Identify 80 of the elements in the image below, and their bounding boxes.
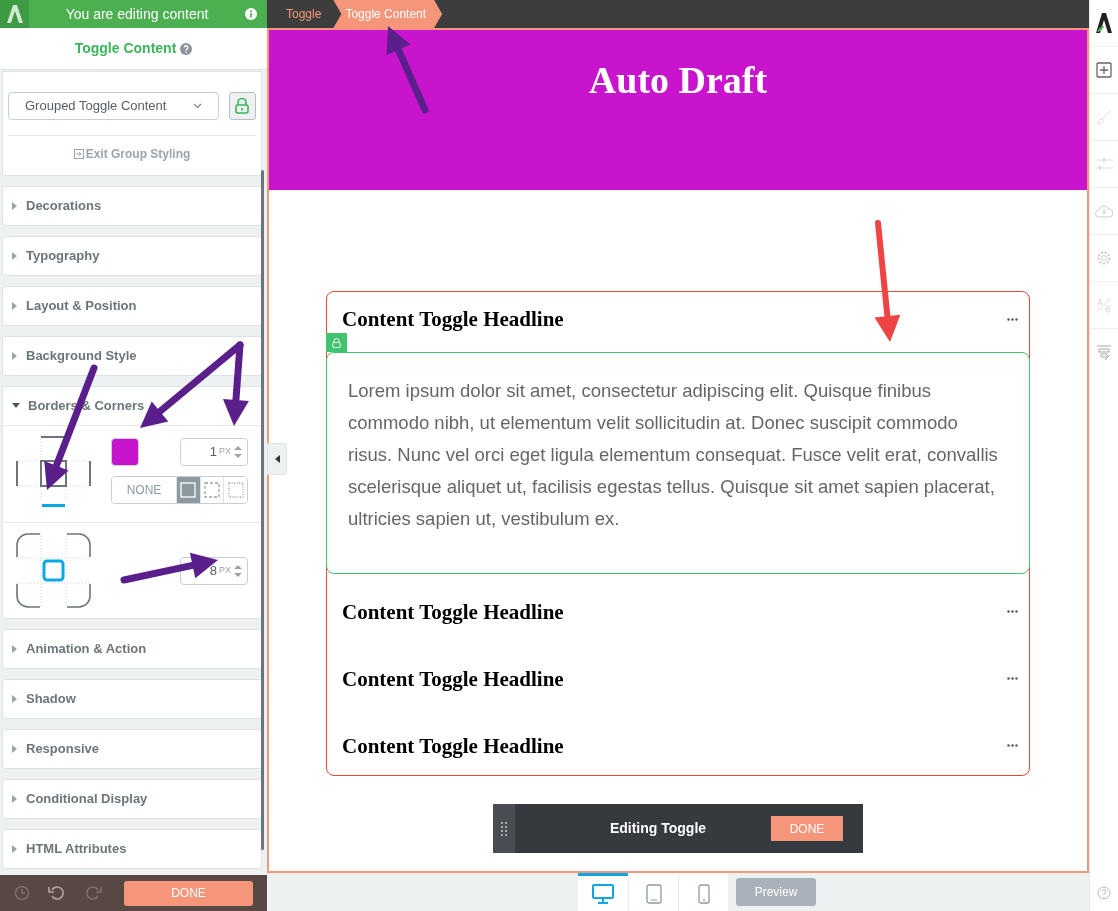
toggle-headline[interactable]: Content Toggle Headline	[342, 600, 564, 623]
more-icon[interactable]	[1007, 677, 1018, 680]
exit-group-styling-link[interactable]: Exit Group Styling	[8, 135, 256, 163]
sliders-icon[interactable]	[1095, 157, 1113, 171]
collapse-handle[interactable]	[267, 443, 287, 475]
more-icon[interactable]	[1007, 317, 1018, 321]
desktop-icon	[592, 883, 614, 904]
template-icon[interactable]	[1096, 344, 1112, 361]
toggle-content-text: Lorem ipsum dolor sit amet, consectetur adipiscing elit. Quisque finibus commodo nibh, ut elementum velit sollicitudin at. Donec suscipit commodo risus. Nunc vel orci eget ligula elementum consequat. Fusce velit erat, convallis scelerisque aliquet ut, facilisis egestas tellus. Quisque sit amet sapien placerat, ultricies sapien ut, vestibulum ex.	[348, 379, 999, 531]
caret-down-icon	[12, 403, 20, 409]
page-title: Auto Draft	[588, 58, 768, 103]
caret-left-icon	[274, 455, 280, 463]
cloud-download-icon[interactable]	[1095, 204, 1113, 218]
color-swatch[interactable]	[111, 438, 139, 466]
split-test-icon[interactable]	[1096, 297, 1112, 313]
toggle-content-panel[interactable]	[326, 352, 1030, 574]
unit-label: PX	[219, 563, 231, 577]
section-header[interactable]: Typography	[3, 237, 261, 275]
section-header[interactable]: HTML Attributes	[3, 830, 261, 868]
caret-right-icon	[12, 745, 18, 753]
more-icon[interactable]	[1007, 744, 1018, 747]
section-header[interactable]: Shadow	[3, 680, 261, 718]
history-icon[interactable]	[14, 885, 30, 901]
section-header[interactable]: Decorations	[3, 187, 261, 225]
more-icon[interactable]	[1007, 610, 1018, 613]
caret-right-icon	[12, 202, 18, 210]
brush-icon[interactable]	[1096, 109, 1112, 125]
redo-icon[interactable]	[84, 885, 102, 901]
dashed-square-icon	[204, 482, 220, 498]
tablet-icon	[645, 883, 662, 904]
logo-icon[interactable]	[1096, 13, 1112, 33]
scrollbar[interactable]	[261, 170, 264, 850]
stepper-icon[interactable]	[233, 562, 243, 579]
caret-right-icon	[12, 645, 18, 653]
breadcrumb-tab[interactable]: Toggle	[267, 0, 334, 28]
caret-right-icon	[12, 252, 18, 260]
toggle-headline[interactable]: Content Toggle Headline	[342, 308, 564, 330]
value-text: 8	[209, 561, 217, 580]
border-style-button[interactable]	[223, 477, 247, 503]
plus-square-icon[interactable]	[1096, 62, 1112, 78]
solid-square-icon	[180, 482, 197, 498]
editing-label: Editing Toggle	[608, 819, 708, 838]
section-header[interactable]: Background Style	[3, 337, 261, 375]
toggle-widget[interactable]	[326, 291, 1030, 776]
toggle-headline[interactable]: Content Toggle Headline	[342, 667, 564, 690]
lock-icon	[332, 337, 341, 348]
border-side-selector[interactable]	[41, 436, 66, 438]
value-text: 1	[209, 443, 217, 462]
caret-right-icon	[12, 695, 18, 703]
border-style-button[interactable]	[176, 477, 200, 503]
drag-handle[interactable]	[493, 804, 515, 853]
chevron-down-icon	[192, 103, 202, 109]
info-icon[interactable]	[245, 8, 257, 20]
settings-icon[interactable]	[1096, 250, 1112, 266]
unit-label: PX	[219, 445, 231, 459]
help-icon[interactable]	[180, 42, 193, 55]
help-icon[interactable]	[1097, 886, 1111, 900]
corner-radius-drawing[interactable]	[16, 533, 91, 608]
caret-right-icon	[12, 302, 18, 310]
section-header[interactable]: Conditional Display	[3, 780, 261, 818]
toggle-headline[interactable]: Content Toggle Headline	[342, 734, 564, 757]
section-header[interactable]: Layout & Position	[3, 287, 261, 325]
group-select[interactable]: Grouped Toggle Content	[8, 92, 219, 120]
caret-right-icon	[12, 352, 18, 360]
exit-icon	[73, 149, 84, 159]
mobile-icon	[697, 883, 710, 904]
caret-right-icon	[12, 795, 18, 803]
editing-notice: You are editing content	[64, 4, 210, 24]
dotted-square-icon	[227, 482, 244, 498]
undo-icon[interactable]	[48, 885, 66, 901]
lock-icon	[235, 98, 250, 114]
panel-title: Toggle Content	[74, 39, 177, 58]
stepper-icon[interactable]	[233, 444, 243, 460]
border-sides-drawing[interactable]	[16, 436, 91, 502]
logo-icon	[6, 5, 23, 23]
grip-icon	[501, 821, 507, 836]
section-header[interactable]: Responsive	[3, 730, 261, 768]
lock-button[interactable]	[228, 92, 256, 120]
section-header[interactable]: Animation & Action	[3, 630, 261, 668]
caret-right-icon	[12, 845, 18, 853]
